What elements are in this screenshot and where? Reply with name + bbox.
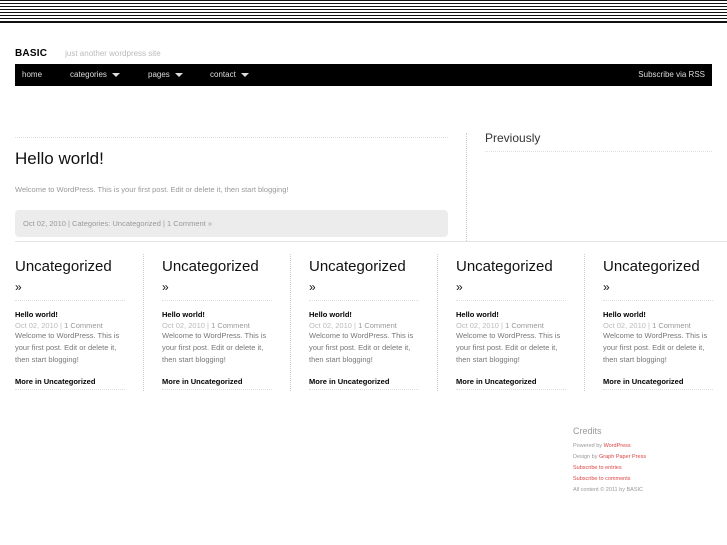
comments-link[interactable]: 1 Comment	[358, 321, 397, 330]
divider	[162, 300, 272, 301]
credits-widget: Credits Powered by WordPress Design by G…	[573, 426, 723, 493]
credits-powered: Powered by WordPress	[573, 443, 631, 449]
nav-item-label: contact	[210, 70, 236, 79]
category-post-title[interactable]: Hello world!	[456, 310, 566, 319]
category-post-title[interactable]: Hello world!	[15, 310, 125, 319]
column-divider	[584, 254, 585, 391]
nav-item-home[interactable]: home	[22, 70, 42, 79]
more-in-category-link[interactable]: More in Uncategorized	[309, 377, 419, 390]
category-post-date: Oct 02, 2010 | 1 Comment	[603, 321, 691, 330]
category-column: Uncategorized» Hello world! Oct 02, 2010…	[603, 256, 713, 390]
site-branding: BASIC just another wordpress site	[15, 48, 161, 59]
comments-link[interactable]: 1 Comment	[505, 321, 544, 330]
category-heading[interactable]: Uncategorized»	[162, 256, 272, 296]
column-divider	[143, 254, 144, 391]
nav-item-label: categories	[70, 70, 107, 79]
divider	[15, 300, 125, 301]
category-post-title[interactable]: Hello world!	[309, 310, 419, 319]
featured-post: Hello world! Welcome to WordPress. This …	[15, 137, 448, 237]
category-post-excerpt: Welcome to WordPress. This is your first…	[603, 331, 708, 364]
category-post-date: Oct 02, 2010 | 1 Comment	[15, 321, 103, 330]
credits-design: Design by Graph Paper Press	[573, 454, 647, 460]
site-title[interactable]: BASIC	[15, 48, 47, 59]
category-column: Uncategorized» Hello world! Oct 02, 2010…	[15, 256, 125, 390]
header-stripes	[0, 0, 727, 23]
column-divider	[290, 254, 291, 391]
column-divider	[466, 133, 467, 241]
category-post-excerpt: Welcome to WordPress. This is your first…	[456, 331, 561, 364]
previously-widget: Previously	[485, 131, 712, 152]
post-excerpt: Welcome to WordPress. This is your first…	[15, 185, 289, 194]
post-meta-bar: Oct 02, 2010 | Categories: Uncategorized…	[15, 210, 448, 237]
column-divider	[437, 254, 438, 391]
more-in-category-link[interactable]: More in Uncategorized	[15, 377, 125, 390]
section-divider	[15, 241, 727, 242]
category-post-excerpt: Welcome to WordPress. This is your first…	[162, 331, 267, 364]
comments-link[interactable]: 1 Comment	[652, 321, 691, 330]
category-post-excerpt: Welcome to WordPress. This is your first…	[15, 331, 120, 364]
chevron-down-icon	[174, 73, 183, 77]
chevron-down-icon	[240, 73, 249, 77]
subscribe-entries-link[interactable]: Subscribe to entries	[573, 465, 723, 471]
divider	[309, 300, 419, 301]
site-tagline: just another wordpress site	[65, 49, 161, 58]
category-post-date: Oct 02, 2010 | 1 Comment	[162, 321, 250, 330]
category-post-title[interactable]: Hello world!	[603, 310, 713, 319]
nav-item-label: pages	[148, 70, 170, 79]
graph-paper-press-link[interactable]: Graph Paper Press	[599, 454, 646, 460]
divider	[603, 300, 713, 301]
more-in-category-link[interactable]: More in Uncategorized	[603, 377, 713, 390]
nav-item-categories[interactable]: categories	[70, 70, 120, 79]
copyright-text: All content © 2011 by BASIC	[573, 487, 643, 493]
category-heading[interactable]: Uncategorized»	[456, 256, 566, 296]
nav-item-label: home	[22, 70, 43, 79]
category-post-excerpt: Welcome to WordPress. This is your first…	[309, 331, 414, 364]
main-navigation: home categories pages contact Subscribe …	[15, 64, 712, 86]
comments-link[interactable]: 1 Comment	[211, 321, 250, 330]
subscribe-rss-link[interactable]: Subscribe via RSS	[638, 70, 705, 79]
more-in-category-link[interactable]: More in Uncategorized	[162, 377, 272, 390]
category-column: Uncategorized» Hello world! Oct 02, 2010…	[456, 256, 566, 390]
previously-heading: Previously	[485, 131, 712, 152]
nav-item-contact[interactable]: contact	[210, 70, 249, 79]
credits-heading: Credits	[573, 426, 602, 436]
comments-link[interactable]: 1 Comment	[64, 321, 103, 330]
category-post-title[interactable]: Hello world!	[162, 310, 272, 319]
category-post-date: Oct 02, 2010 | 1 Comment	[456, 321, 544, 330]
category-column: Uncategorized» Hello world! Oct 02, 2010…	[162, 256, 272, 390]
wordpress-link[interactable]: WordPress	[604, 443, 631, 449]
category-heading[interactable]: Uncategorized»	[309, 256, 419, 296]
divider	[456, 300, 566, 301]
post-title[interactable]: Hello world!	[15, 149, 448, 169]
chevron-down-icon	[111, 73, 120, 77]
category-column: Uncategorized» Hello world! Oct 02, 2010…	[309, 256, 419, 390]
nav-item-pages[interactable]: pages	[148, 70, 183, 79]
subscribe-comments-link[interactable]: Subscribe to comments	[573, 476, 723, 482]
category-post-date: Oct 02, 2010 | 1 Comment	[309, 321, 397, 330]
more-in-category-link[interactable]: More in Uncategorized	[456, 377, 566, 390]
category-heading[interactable]: Uncategorized»	[15, 256, 125, 296]
category-heading[interactable]: Uncategorized»	[603, 256, 713, 296]
